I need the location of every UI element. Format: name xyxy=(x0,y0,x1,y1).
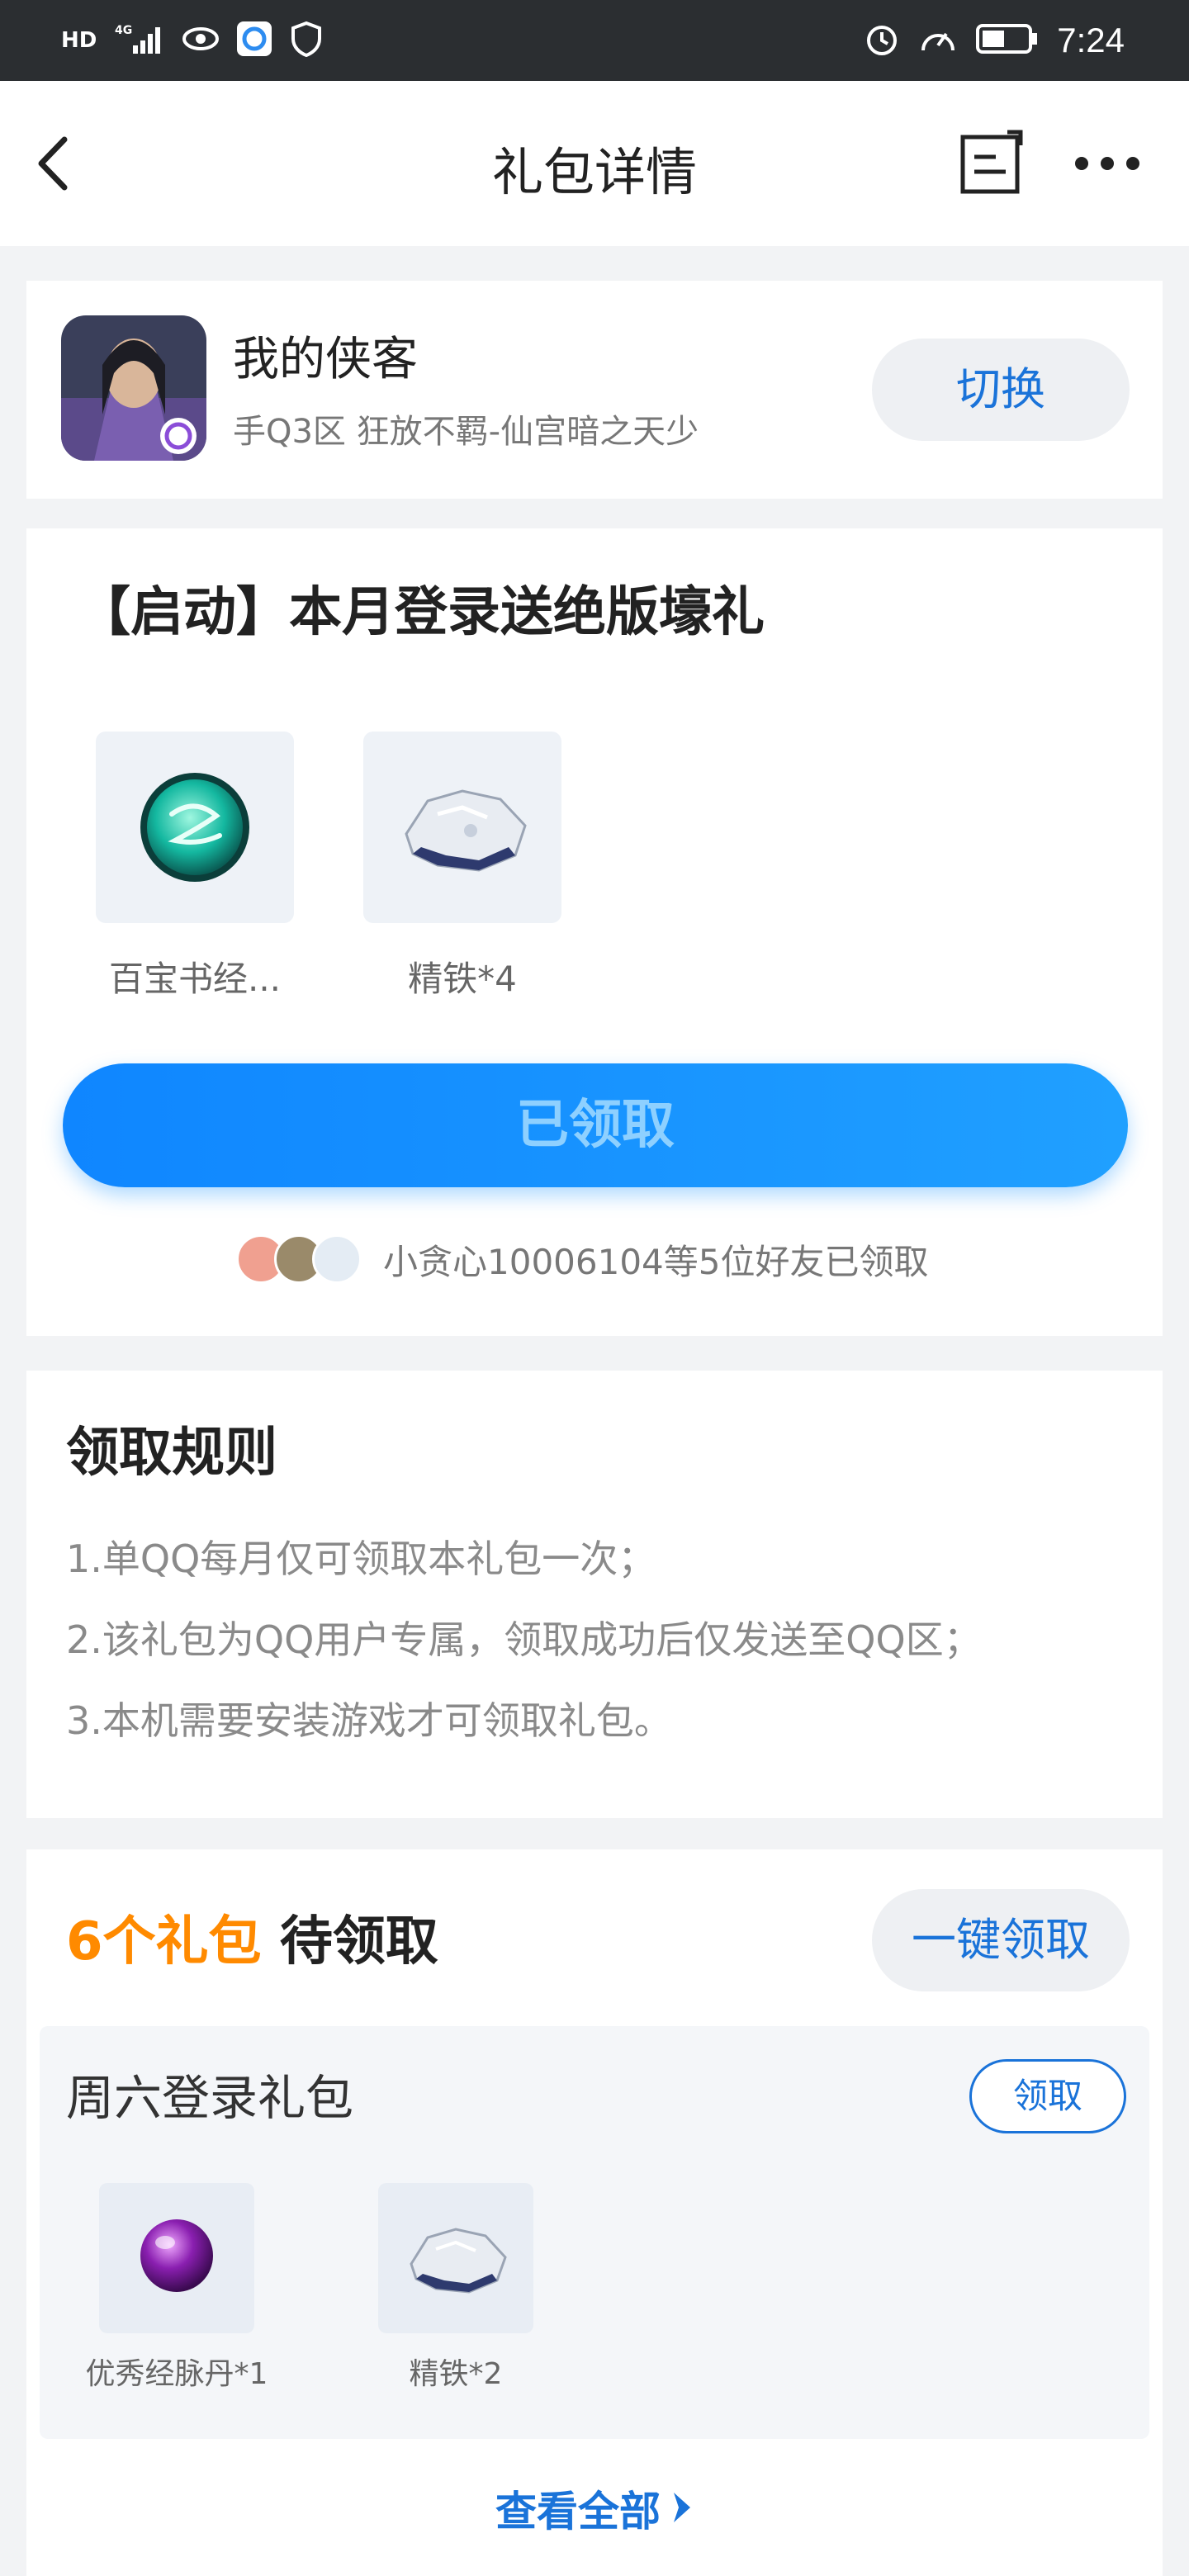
pack-item[interactable] xyxy=(378,2183,533,2333)
speed-icon xyxy=(918,21,958,60)
gift-item-label: 百宝书经... xyxy=(108,959,282,999)
purple-pill-icon xyxy=(140,2219,213,2292)
status-bar: HD 4G 7:24 xyxy=(0,0,1189,81)
clock: 7:24 xyxy=(1057,21,1125,59)
one-key-claim-button[interactable]: 一键领取 xyxy=(872,1889,1130,1991)
edit-note-icon xyxy=(960,130,1023,194)
game-name: 我的侠客 xyxy=(233,333,418,386)
game-info-card: 我的侠客 手Q3区 狂放不羁-仙宫暗之天少 切换 xyxy=(26,281,1163,499)
pending-gifts-card: 6个礼包 待领取 一键领取 周六登录礼包 领取 优秀经脉丹*1 精铁*2 查看全… xyxy=(26,1849,1163,2576)
view-all-label: 查看全部 xyxy=(495,2488,661,2536)
pending-title: 6个礼包 待领取 xyxy=(66,1899,438,1975)
app-notification-icon xyxy=(235,20,273,61)
gift-detail-card: 【启动】本月登录送绝版壕礼 百宝书经... 精铁*4 已领取 小贪心100061… xyxy=(26,528,1163,1336)
claimed-button[interactable]: 已领取 xyxy=(63,1063,1128,1187)
pack-item-label: 优秀经脉丹*1 xyxy=(85,2357,268,2391)
shield-icon xyxy=(290,21,323,60)
edit-button[interactable] xyxy=(958,129,1027,198)
rules-title: 领取规则 xyxy=(66,1423,277,1484)
switch-button[interactable]: 切换 xyxy=(872,339,1130,441)
jade-orb-icon xyxy=(140,773,249,882)
more-button[interactable] xyxy=(1070,147,1144,180)
pack-item[interactable] xyxy=(99,2183,254,2333)
gift-title: 【启动】本月登录送绝版壕礼 xyxy=(78,582,765,643)
chevron-right-icon xyxy=(669,2488,694,2536)
friend-avatar xyxy=(312,1234,362,1284)
claim-button[interactable]: 领取 xyxy=(969,2059,1126,2133)
game-logo-icon xyxy=(61,315,206,461)
gift-item-label: 精铁*4 xyxy=(408,959,517,999)
pack-item-label: 精铁*2 xyxy=(409,2357,503,2391)
pack-name: 周六登录礼包 xyxy=(66,2070,354,2126)
more-dots-icon xyxy=(1075,157,1139,170)
gift-item[interactable] xyxy=(363,732,561,923)
game-zone: 手Q3区 狂放不羁-仙宫暗之天少 xyxy=(233,413,699,451)
svg-text:4G: 4G xyxy=(115,24,132,37)
pending-suffix: 待领取 xyxy=(261,1911,438,1972)
view-all-link[interactable]: 查看全部 xyxy=(26,2479,1163,2538)
gift-pack: 周六登录礼包 领取 优秀经脉丹*1 精铁*2 xyxy=(40,2026,1149,2439)
iron-ore-icon xyxy=(405,789,527,872)
gift-item[interactable] xyxy=(96,732,294,923)
rule-item: 1.单QQ每月仅可领取本礼包一次； xyxy=(66,1537,656,1581)
friends-claimed-row: 小贪心10006104等5位好友已领取 xyxy=(236,1230,929,1288)
rule-item: 3.本机需要安装游戏才可领取礼包。 xyxy=(66,1698,672,1743)
eye-icon xyxy=(182,26,220,54)
hd-label: HD xyxy=(61,28,97,53)
friends-claimed-text: 小贪心10006104等5位好友已领取 xyxy=(383,1241,929,1282)
rules-card: 领取规则 1.单QQ每月仅可领取本礼包一次； 2.该礼包为QQ用户专属，领取成功… xyxy=(26,1371,1163,1818)
signal-icon: 4G xyxy=(113,22,166,59)
nav-header: 礼包详情 xyxy=(0,81,1189,246)
rule-item: 2.该礼包为QQ用户专属，领取成功后仅发送至QQ区； xyxy=(66,1617,982,1662)
iron-ore-icon xyxy=(410,2228,507,2294)
alarm-icon xyxy=(864,21,900,60)
pending-count: 6个礼包 xyxy=(66,1911,262,1972)
battery-icon xyxy=(976,22,1039,59)
